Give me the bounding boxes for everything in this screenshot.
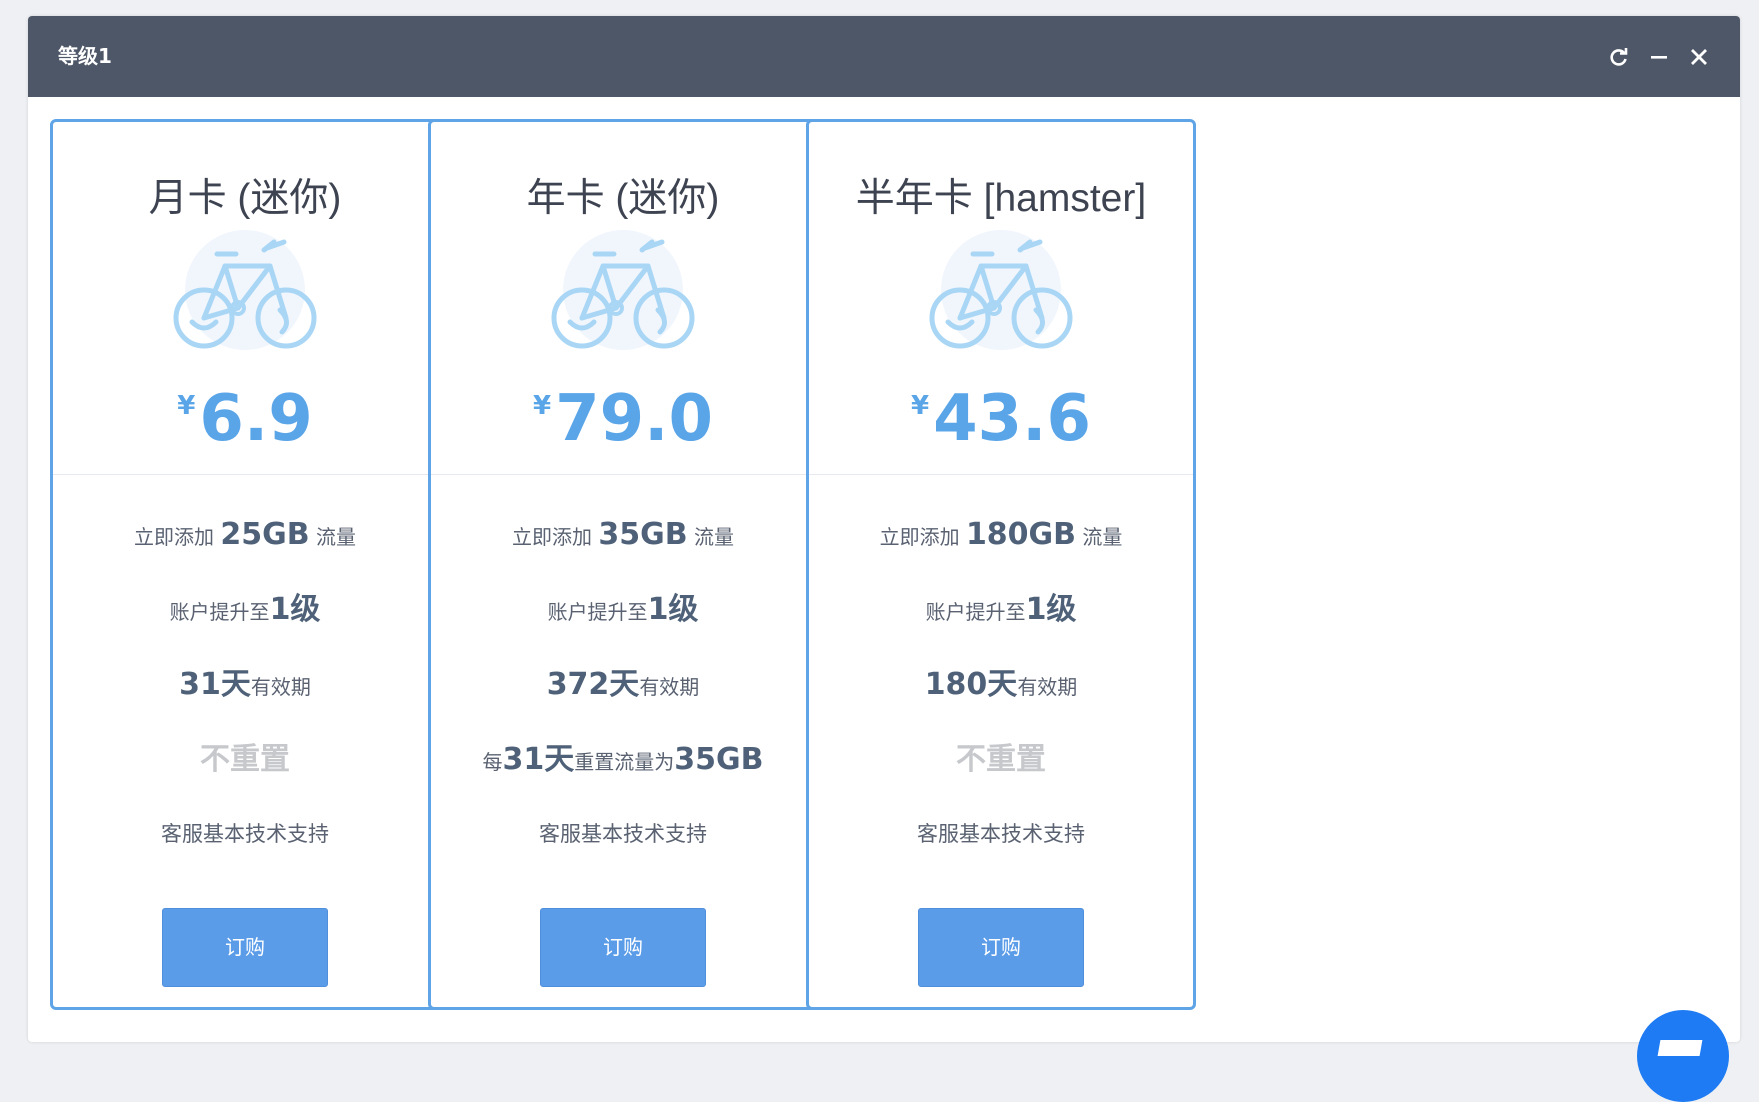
minimize-icon[interactable] [1648, 46, 1670, 68]
plan-features: 立即添加 180GB 流量 账户提升至1级 180天有效期 不重置 客服基本技术… [809, 497, 1193, 872]
close-icon[interactable] [1688, 46, 1710, 68]
feature-support: 客服基本技术支持 [539, 822, 707, 846]
plan-card-header: 半年卡 [hamster] ¥43.6 [809, 122, 1193, 475]
price-amount: 79.0 [555, 382, 713, 456]
feature-reset: 不重置 [956, 742, 1046, 777]
feature-reset: 不重置 [200, 742, 290, 777]
currency-symbol: ¥ [177, 391, 196, 421]
price-amount: 43.6 [933, 382, 1091, 456]
feature-validity: 31天有效期 [179, 667, 311, 702]
feature-reset: 每31天重置流量为35GB [482, 742, 764, 777]
plan-price: ¥6.9 [53, 387, 437, 451]
plan-title: 年卡 (迷你) [526, 177, 720, 220]
order-button[interactable]: 订购 [540, 908, 706, 987]
plan-card-header: 年卡 (迷你) ¥79.0 [431, 122, 815, 475]
currency-symbol: ¥ [911, 391, 930, 421]
order-button[interactable]: 订购 [918, 908, 1084, 987]
feature-support: 客服基本技术支持 [161, 822, 329, 846]
currency-symbol: ¥ [533, 391, 552, 421]
bicycle-icon [929, 230, 1073, 350]
plan-price: ¥43.6 [809, 387, 1193, 451]
feature-level: 账户提升至1级 [925, 592, 1077, 627]
feature-traffic: 立即添加 180GB 流量 [879, 517, 1123, 552]
feature-level: 账户提升至1级 [169, 592, 321, 627]
bicycle-icon [173, 230, 317, 350]
plan-card-yearly: 年卡 (迷你) ¥79.0 立即添加 35GB 流量 账户提升至1级 372天有… [428, 119, 818, 1010]
bicycle-icon [551, 230, 695, 350]
window-titlebar: 等级1 [28, 16, 1740, 97]
price-amount: 6.9 [199, 382, 313, 456]
feature-support: 客服基本技术支持 [917, 822, 1085, 846]
floating-action-button[interactable] [1637, 1010, 1729, 1102]
plan-card-monthly: 月卡 (迷你) ¥6.9 立即添加 25GB 流量 账户提升至1级 31天有效期… [50, 119, 440, 1010]
plan-window: 等级1 月卡 (迷你) ¥6.9 立即添加 25GB 流量 账户提升至1级 31… [28, 16, 1740, 1042]
plan-features: 立即添加 25GB 流量 账户提升至1级 31天有效期 不重置 客服基本技术支持 [53, 497, 437, 872]
plan-price: ¥79.0 [431, 387, 815, 451]
feature-traffic: 立即添加 35GB 流量 [512, 517, 734, 552]
refresh-icon[interactable] [1608, 46, 1630, 68]
feature-level: 账户提升至1级 [547, 592, 699, 627]
feature-traffic: 立即添加 25GB 流量 [134, 517, 356, 552]
feature-validity: 180天有效期 [924, 667, 1078, 702]
feature-validity: 372天有效期 [546, 667, 700, 702]
plan-title: 月卡 (迷你) [148, 177, 342, 220]
window-title: 等级1 [58, 44, 112, 68]
window-controls [1608, 16, 1710, 97]
plan-title: 半年卡 [hamster] [855, 177, 1147, 220]
order-button[interactable]: 订购 [162, 908, 328, 987]
plan-card-header: 月卡 (迷你) ¥6.9 [53, 122, 437, 475]
plan-card-halfyear: 半年卡 [hamster] ¥43.6 立即添加 180GB 流量 账户提升至1… [806, 119, 1196, 1010]
plan-features: 立即添加 35GB 流量 账户提升至1级 372天有效期 每31天重置流量为35… [431, 497, 815, 872]
